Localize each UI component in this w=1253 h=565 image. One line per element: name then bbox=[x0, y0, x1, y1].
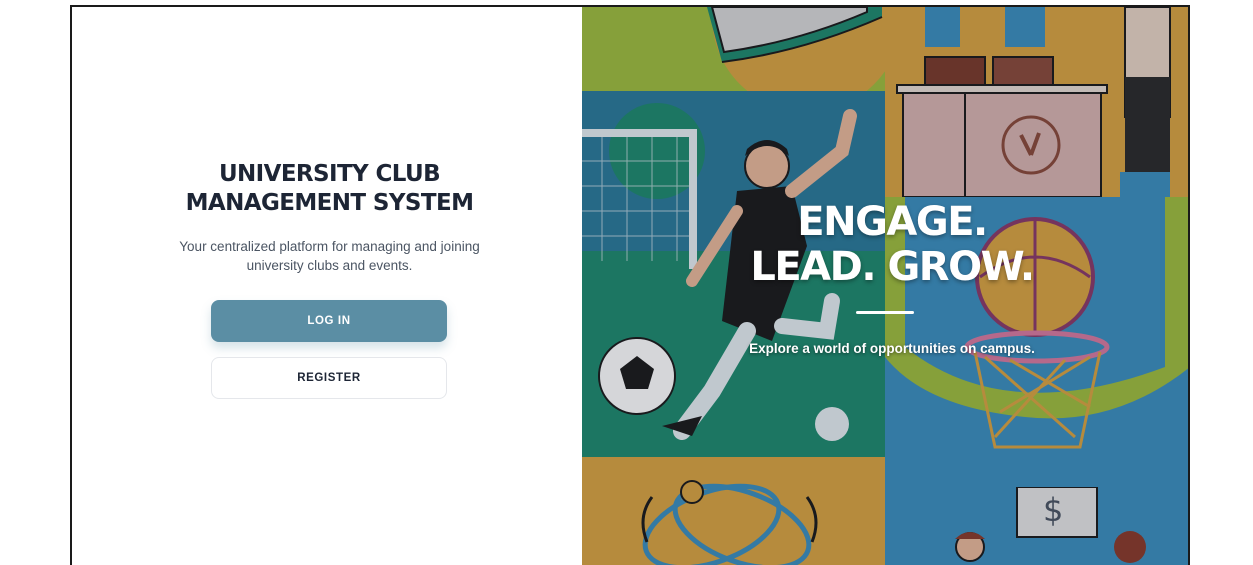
app-subtitle-line-1: Your centralized platform for managing a… bbox=[179, 239, 480, 254]
app-window: UNIVERSITY CLUB MANAGEMENT SYSTEM Your c… bbox=[70, 5, 1190, 565]
hero-headline-line-1: ENGAGE. bbox=[797, 199, 988, 245]
hero-tagline: Explore a world of opportunities on camp… bbox=[749, 341, 1035, 356]
app-subtitle: Your centralized platform for managing a… bbox=[72, 237, 587, 275]
hero-headline-line-2: LEAD. GROW. bbox=[750, 244, 1035, 290]
hero-divider bbox=[856, 311, 914, 314]
hero-headline: ENGAGE. LEAD. GROW. bbox=[712, 200, 1072, 290]
app-subtitle-line-2: university clubs and events. bbox=[246, 258, 413, 273]
auth-panel: UNIVERSITY CLUB MANAGEMENT SYSTEM Your c… bbox=[72, 7, 582, 565]
login-button[interactable]: LOG IN bbox=[211, 300, 447, 342]
register-button[interactable]: REGISTER bbox=[211, 357, 447, 399]
hero-panel: $ ENGAGE. LEAD. GROW. Explore a world of… bbox=[582, 7, 1188, 565]
app-title-line-1: UNIVERSITY CLUB bbox=[218, 161, 441, 187]
app-title: UNIVERSITY CLUB MANAGEMENT SYSTEM bbox=[72, 160, 587, 218]
app-title-line-2: MANAGEMENT SYSTEM bbox=[185, 190, 474, 216]
